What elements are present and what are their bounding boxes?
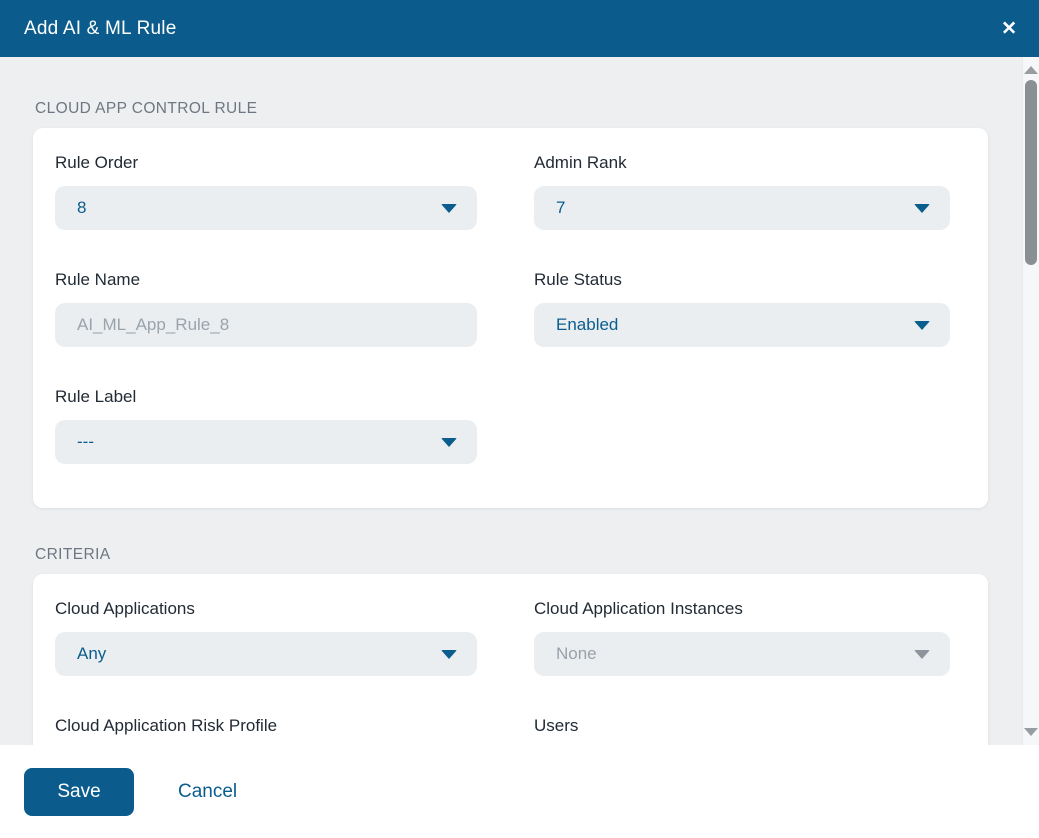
cloud-app-control-rule-card: Rule Order 8 Admin Rank 7 Rule Name AI_M… [33,128,988,508]
cloud-applications-label: Cloud Applications [55,599,195,618]
field-rule-order: Rule Order 8 [55,153,477,230]
dialog-title: Add AI & ML Rule [24,17,177,39]
cancel-button[interactable]: Cancel [178,781,237,803]
admin-rank-select[interactable]: 7 [534,186,950,230]
field-rule-label: Rule Label --- [55,387,477,464]
scroll-down-arrow-icon[interactable] [1024,728,1038,736]
field-cloud-application-instances: Cloud Application Instances None [534,599,950,676]
rule-status-select[interactable]: Enabled [534,303,950,347]
admin-rank-value: 7 [556,198,566,217]
criteria-card: Cloud Applications Any Cloud Application… [33,574,988,745]
cloud-application-risk-profile-label: Cloud Application Risk Profile [55,716,278,735]
cloud-application-instances-label: Cloud Application Instances [534,599,743,618]
chevron-down-icon [914,649,930,659]
rule-label-value: --- [77,432,94,451]
rule-status-label: Rule Status [534,270,622,289]
dialog-footer: Save Cancel [0,745,1039,838]
section-title-cloud-app-control-rule: CLOUD APP CONTROL RULE [35,100,258,117]
chevron-down-icon [441,203,457,213]
field-users: Users [534,716,950,745]
dialog-header: Add AI & ML Rule ✕ [0,0,1039,57]
chevron-down-icon [441,437,457,447]
chevron-down-icon [914,203,930,213]
scrollbar[interactable] [1022,57,1039,745]
cloud-application-instances-value: None [556,644,597,663]
rule-label-select[interactable]: --- [55,420,477,464]
chevron-down-icon [441,649,457,659]
field-cloud-applications: Cloud Applications Any [55,599,477,676]
scrollbar-thumb[interactable] [1025,80,1037,265]
dialog-scroll-content: CLOUD APP CONTROL RULE Rule Order 8 Admi… [0,57,1039,745]
field-empty [534,387,950,464]
rule-order-select[interactable]: 8 [55,186,477,230]
scroll-up-arrow-icon[interactable] [1024,66,1038,74]
cloud-applications-select[interactable]: Any [55,632,477,676]
field-admin-rank: Admin Rank 7 [534,153,950,230]
save-button[interactable]: Save [24,767,134,816]
field-rule-status: Rule Status Enabled [534,270,950,347]
rule-order-label: Rule Order [55,153,139,172]
field-rule-name: Rule Name [55,270,477,347]
rule-label-label: Rule Label [55,387,137,406]
add-ai-ml-rule-dialog: Add AI & ML Rule ✕ CLOUD APP CONTROL RUL… [0,0,1039,838]
rule-name-input[interactable] [77,315,457,335]
dialog-body: CLOUD APP CONTROL RULE Rule Order 8 Admi… [0,57,1039,745]
cloud-applications-value: Any [77,644,107,663]
field-cloud-application-risk-profile: Cloud Application Risk Profile [55,716,477,745]
close-icon[interactable]: ✕ [1001,19,1017,38]
rule-order-value: 8 [77,198,87,217]
rule-name-input-wrap [55,303,477,347]
users-label: Users [534,716,579,735]
chevron-down-icon [914,320,930,330]
rule-status-value: Enabled [556,315,619,334]
rule-name-label: Rule Name [55,270,141,289]
cloud-application-instances-select: None [534,632,950,676]
section-title-criteria: CRITERIA [35,546,111,563]
admin-rank-label: Admin Rank [534,153,627,172]
